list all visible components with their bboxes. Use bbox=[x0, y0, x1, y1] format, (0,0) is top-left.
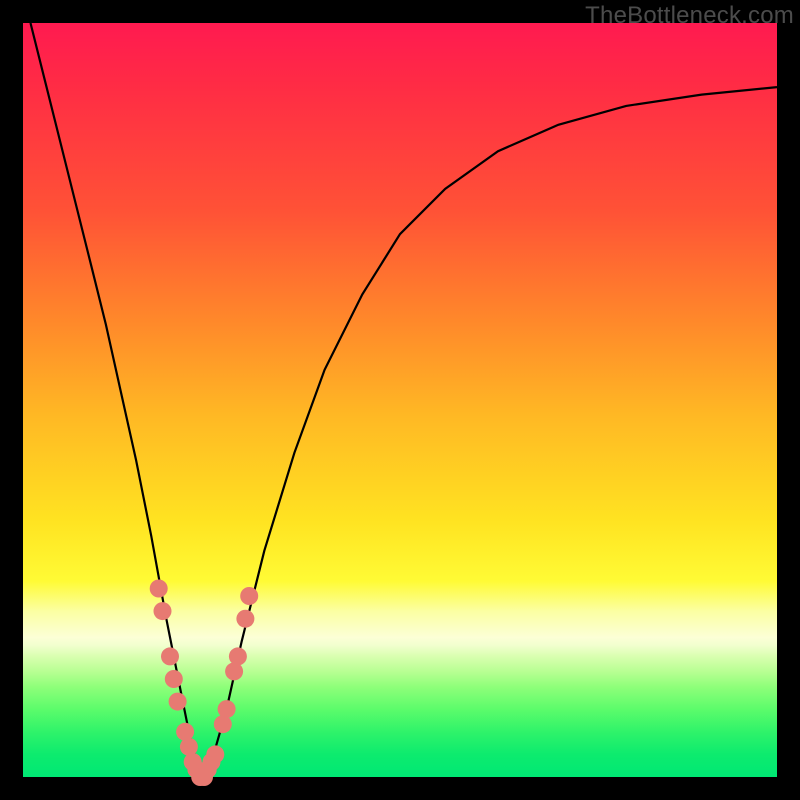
data-marker bbox=[240, 587, 258, 605]
data-marker bbox=[154, 602, 172, 620]
chart-svg bbox=[23, 23, 777, 777]
bottleneck-curve bbox=[31, 23, 778, 777]
plot-area bbox=[23, 23, 777, 777]
data-marker bbox=[214, 715, 232, 733]
data-marker bbox=[165, 670, 183, 688]
data-marker bbox=[229, 647, 247, 665]
data-marker bbox=[176, 723, 194, 741]
data-marker bbox=[180, 738, 198, 756]
marker-group bbox=[150, 580, 259, 787]
data-marker bbox=[236, 610, 254, 628]
data-marker bbox=[161, 647, 179, 665]
data-marker bbox=[218, 700, 236, 718]
watermark-text: TheBottleneck.com bbox=[585, 2, 794, 30]
data-marker bbox=[225, 662, 243, 680]
data-marker bbox=[206, 745, 224, 763]
data-marker bbox=[150, 580, 168, 598]
data-marker bbox=[169, 693, 187, 711]
chart-frame: TheBottleneck.com bbox=[0, 0, 800, 800]
